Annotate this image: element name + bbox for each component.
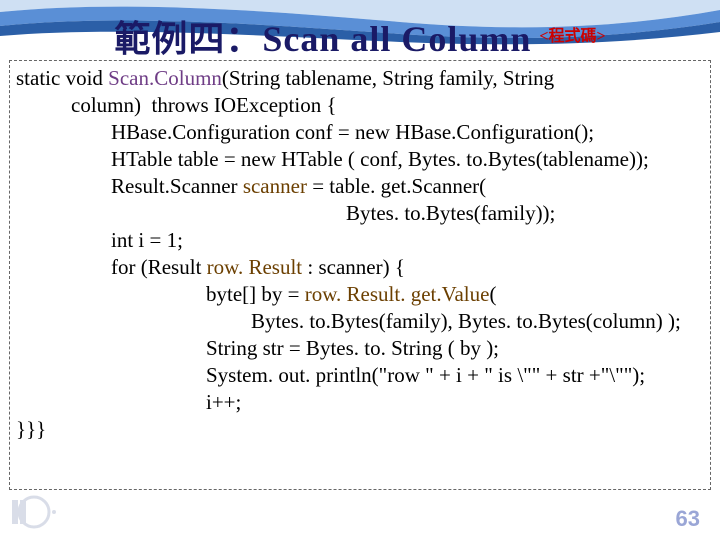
code-line: column) throws IOException { [16,92,704,119]
code-line: String str = Bytes. to. String ( by ); [16,335,704,362]
code-line: Result.Scanner scanner = table. get.Scan… [16,173,704,200]
page-number: 63 [676,506,700,532]
code-line: i++; [16,389,704,416]
code-line: System. out. println("row " + i + " is \… [16,362,704,389]
footer-logo [6,490,76,534]
code-line: static void Scan.Column(String tablename… [16,65,704,92]
code-line: HBase.Configuration conf = new HBase.Con… [16,119,704,146]
slide-title: 範例四：Scan all Column [114,10,531,62]
code-line: Bytes. to.Bytes(family)); [16,200,704,227]
code-line: HTable table = new HTable ( conf, Bytes.… [16,146,704,173]
code-line: }}} [16,416,704,443]
code-block: static void Scan.Column(String tablename… [9,60,711,490]
slide-tag: <程式碼> [539,22,605,46]
slide-title-cjk: 範例四： [114,19,262,59]
slide-title-row: 範例四：Scan all Column <程式碼> [0,10,720,62]
code-line: Bytes. to.Bytes(family), Bytes. to.Bytes… [16,308,704,335]
slide-title-en: Scan all Column [262,19,531,59]
code-line: int i = 1; [16,227,704,254]
code-line: byte[] by = row. Result. get.Value( [16,281,704,308]
code-line: for (Result row. Result : scanner) { [16,254,704,281]
